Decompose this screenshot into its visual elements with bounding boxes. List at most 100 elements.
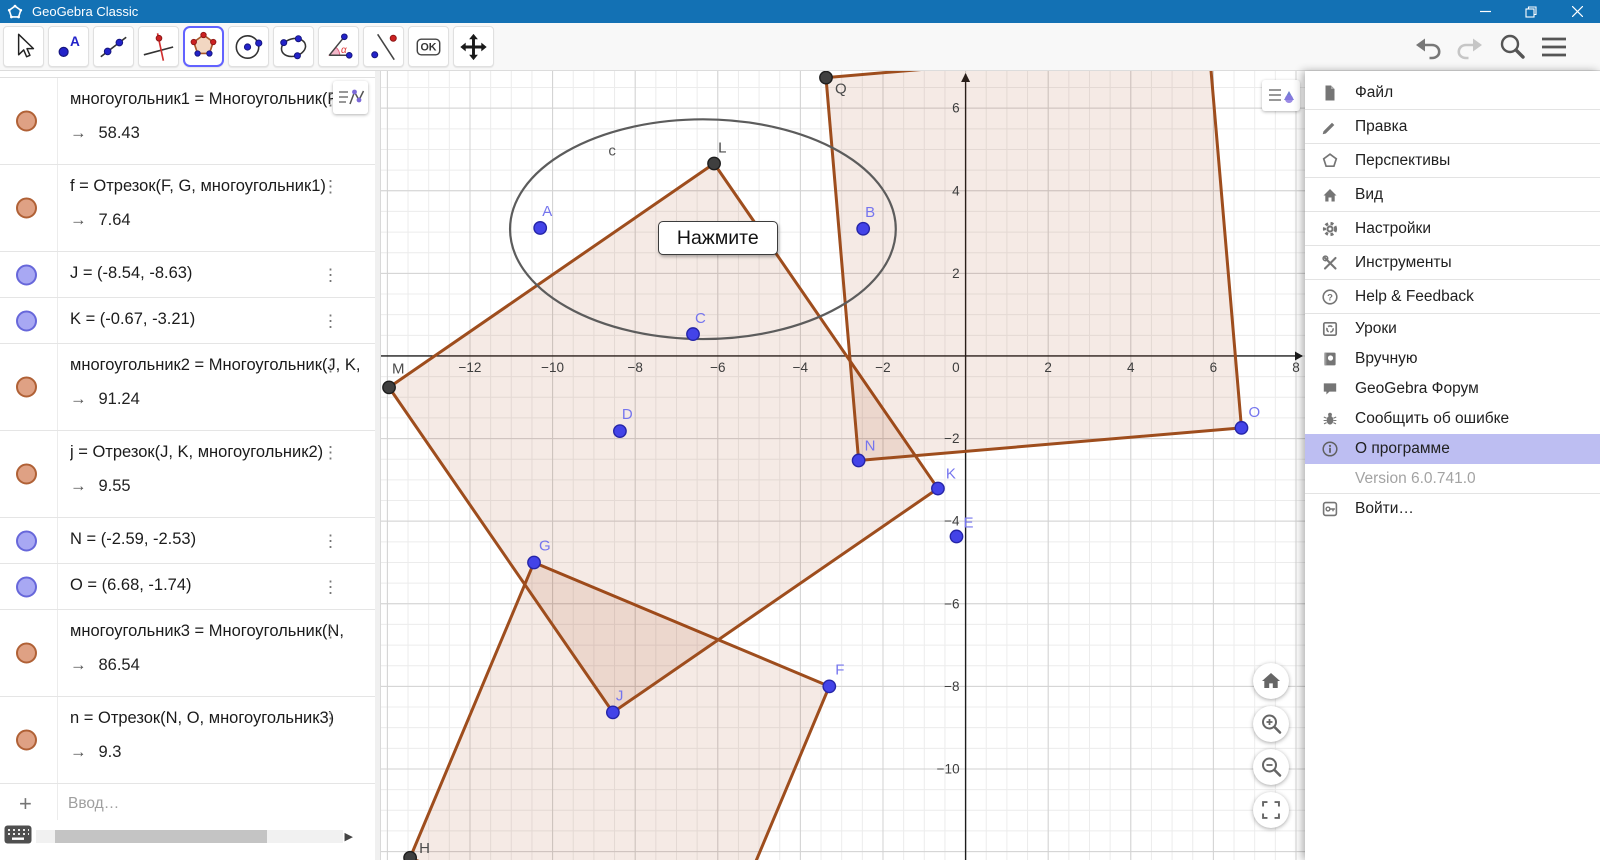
point-A[interactable]: [533, 221, 548, 235]
redo-button[interactable]: [1452, 29, 1488, 65]
perpendicular-line-tool-button[interactable]: [138, 26, 179, 67]
menu-item-signin[interactable]: Войти…: [1305, 494, 1600, 524]
menu-item-file[interactable]: Файл: [1305, 76, 1600, 110]
menu-button[interactable]: [1536, 29, 1572, 65]
algebra-bottom-bar: ▶: [0, 825, 375, 847]
point-N[interactable]: [851, 453, 866, 468]
ok-label: OK: [420, 41, 436, 53]
scroll-right-arrow[interactable]: ▶: [345, 830, 353, 843]
graphics-view[interactable]: c −12 −10 −8 −6 −4 −2 0 2 4 6 8 −10 −8 −6 −4 −2 2 4 6 A B C D E F…: [375, 71, 1305, 860]
point-L[interactable]: [707, 156, 721, 171]
ellipse-tool-button[interactable]: [273, 26, 314, 67]
point-O[interactable]: [1234, 420, 1249, 435]
algebra-row-многоугольник2[interactable]: многоугольник2 = Многоугольник(J, K, → 91.…: [0, 344, 375, 431]
row-menu-button[interactable]: ⋮: [322, 312, 339, 329]
angle-tool-button[interactable]: α: [318, 26, 359, 67]
point-tool-button[interactable]: A: [48, 26, 89, 67]
graphics-style-button[interactable]: [1262, 80, 1300, 111]
panel-resizer[interactable]: [375, 71, 381, 860]
point-J[interactable]: [605, 705, 620, 720]
point-D[interactable]: [613, 424, 627, 439]
line-tool-button[interactable]: [93, 26, 134, 67]
point-M[interactable]: [382, 380, 396, 395]
menu-item-tools[interactable]: Инструменты: [1305, 246, 1600, 280]
algebra-row-O[interactable]: O = (6.68, -1.74) ⋮: [0, 564, 375, 610]
menu-item-manual[interactable]: Вручную: [1305, 344, 1600, 374]
button-tool-button[interactable]: OK: [408, 26, 449, 67]
algebra-style-button[interactable]: [333, 81, 368, 114]
search-button[interactable]: [1494, 29, 1530, 65]
point-label-J: J: [616, 687, 624, 704]
point-H[interactable]: [403, 850, 418, 860]
menu-item-help[interactable]: ? Help & Feedback: [1305, 280, 1600, 314]
row-menu-button[interactable]: ⋮: [322, 266, 339, 283]
polygon-многоугольник3[interactable]: [824, 71, 1243, 462]
gear-icon: [1320, 219, 1340, 239]
circle-tool-button[interactable]: [228, 26, 269, 67]
horizontal-scrollbar[interactable]: [36, 830, 343, 843]
row-menu-button[interactable]: ⋮: [322, 357, 339, 374]
algebra-row-n[interactable]: n = Отрезок(N, O, многоугольник3) → 9.3 ⋮: [0, 697, 375, 784]
row-menu-button[interactable]: ⋮: [322, 178, 339, 195]
menu-item-home[interactable]: Вид: [1305, 178, 1600, 212]
point-B[interactable]: [856, 221, 871, 236]
menu-item-shapes[interactable]: Перспективы: [1305, 144, 1600, 178]
visibility-toggle[interactable]: [16, 197, 37, 219]
zoom-out-button[interactable]: [1253, 749, 1289, 785]
algebra-row-многоугольник3[interactable]: многоугольник3 = Многоугольник(N, → 86.54 ⋮: [0, 610, 375, 697]
point-K[interactable]: [931, 481, 945, 496]
svg-text:6: 6: [1210, 360, 1218, 375]
reflect-tool-button[interactable]: [363, 26, 404, 67]
algebra-row-многоугольник1[interactable]: многоугольник1 = Многоугольник(F, → 58.43 ⋮: [0, 78, 375, 165]
move-tool-button[interactable]: [3, 26, 44, 67]
point-C[interactable]: [686, 327, 700, 341]
algebra-row-f[interactable]: f = Отрезок(F, G, многоугольник1) → 7.64 ⋮: [0, 165, 375, 252]
algebra-row-K[interactable]: K = (-0.67, -3.21) ⋮: [0, 298, 375, 344]
row-menu-button[interactable]: ⋮: [322, 710, 339, 727]
script-button[interactable]: Нажмите: [657, 221, 778, 256]
algebra-input-row[interactable]: + Ввод…: [0, 784, 375, 824]
menu-item-bug[interactable]: Сообщить об ошибке: [1305, 404, 1600, 434]
scrollbar-thumb[interactable]: [55, 830, 267, 843]
move-graphics-tool-button[interactable]: [453, 26, 494, 67]
row-menu-button[interactable]: ⋮: [322, 532, 339, 549]
visibility-toggle[interactable]: [16, 729, 37, 751]
visibility-toggle[interactable]: [16, 110, 37, 132]
point-E[interactable]: [949, 529, 964, 544]
visibility-toggle[interactable]: [16, 463, 37, 485]
maximize-button[interactable]: [1508, 0, 1554, 23]
visibility-toggle[interactable]: [16, 264, 37, 285]
fullscreen-button[interactable]: [1253, 792, 1289, 828]
point-F[interactable]: [822, 679, 837, 694]
algebra-row-j[interactable]: j = Отрезок(J, K, многоугольник2) → 9.55 ⋮: [0, 431, 375, 518]
row-menu-button[interactable]: ⋮: [322, 578, 339, 595]
minimize-button[interactable]: [1462, 0, 1508, 23]
visibility-toggle[interactable]: [16, 376, 37, 398]
close-button[interactable]: [1554, 0, 1600, 23]
home-button[interactable]: [1253, 663, 1289, 699]
polygon-tool-button[interactable]: [183, 26, 224, 67]
input-placeholder: Ввод…: [68, 795, 120, 812]
algebra-row-N[interactable]: N = (-2.59, -2.53) ⋮: [0, 518, 375, 564]
add-input-icon[interactable]: +: [19, 791, 32, 817]
row-menu-button[interactable]: ⋮: [322, 444, 339, 461]
svg-text:2: 2: [952, 266, 960, 281]
menu-item-info[interactable]: О программе: [1305, 434, 1600, 464]
point-G[interactable]: [527, 555, 541, 570]
row-menu-button[interactable]: ⋮: [322, 623, 339, 640]
menu-item-pencil[interactable]: Правка: [1305, 110, 1600, 144]
algebra-row-J[interactable]: J = (-8.54, -8.63) ⋮: [0, 252, 375, 298]
keyboard-icon[interactable]: [4, 825, 32, 844]
menu-item-gear[interactable]: Настройки: [1305, 212, 1600, 246]
zoom-in-button[interactable]: [1253, 706, 1289, 742]
visibility-toggle[interactable]: [16, 576, 37, 597]
visibility-toggle[interactable]: [16, 642, 37, 664]
svg-text:−10: −10: [937, 761, 960, 776]
menu-item-forum[interactable]: GeoGebra Форум: [1305, 374, 1600, 404]
visibility-toggle[interactable]: [16, 310, 37, 331]
visibility-toggle[interactable]: [16, 530, 37, 551]
menu-item-label: GeoGebra Форум: [1355, 380, 1479, 397]
point-Q[interactable]: [819, 71, 833, 85]
menu-item-lessons[interactable]: Уроки: [1305, 314, 1600, 344]
undo-button[interactable]: [1410, 29, 1446, 65]
